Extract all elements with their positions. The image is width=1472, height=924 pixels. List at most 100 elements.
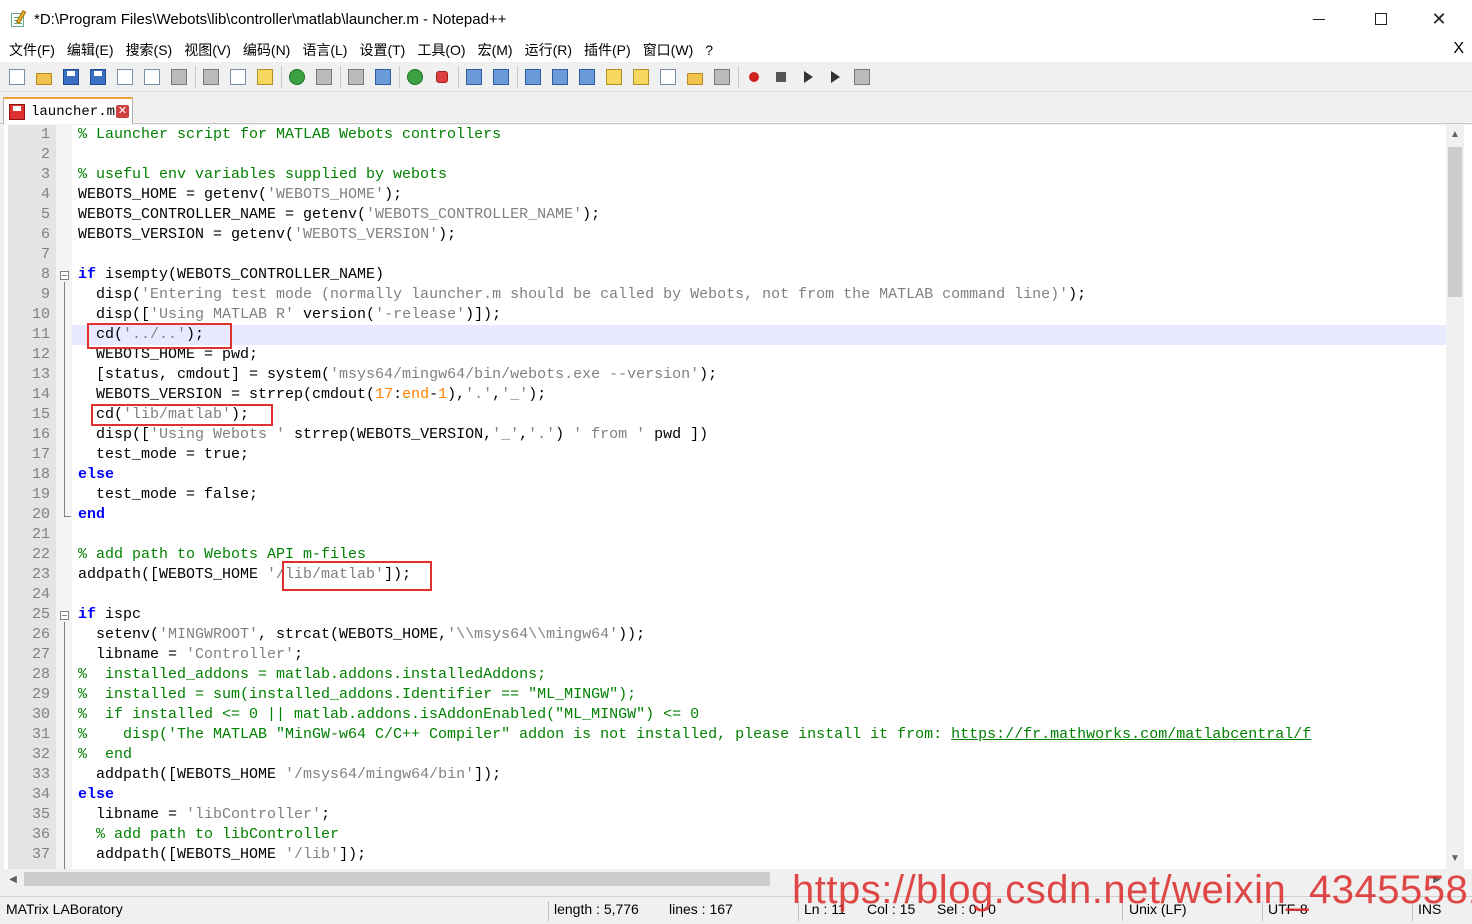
menu-item-7[interactable]: 工具(O) (412, 40, 470, 60)
code-line[interactable]: test_mode = false; (72, 485, 1448, 505)
save-button[interactable] (60, 66, 82, 88)
menu-item-1[interactable]: 编辑(E) (62, 40, 119, 60)
open-file-button[interactable] (33, 66, 55, 88)
code-line[interactable]: else (72, 785, 1448, 805)
new-file-button[interactable] (6, 66, 28, 88)
indent-guide-button[interactable] (576, 66, 598, 88)
function-list-button[interactable] (657, 66, 679, 88)
code-line[interactable]: % end (72, 745, 1448, 765)
code-line[interactable]: addpath([WEBOTS_HOME '/lib/matlab']); (72, 565, 1448, 585)
line-number: 23 (31, 566, 50, 583)
code-line[interactable] (72, 585, 1448, 605)
zoom-in-button[interactable] (404, 66, 426, 88)
code-line[interactable]: end (72, 505, 1448, 525)
redo-button[interactable] (313, 66, 335, 88)
code-line[interactable]: % add path to Webots API m-files (72, 545, 1448, 565)
play-macro-button[interactable] (797, 66, 819, 88)
menu-item-8[interactable]: 宏(M) (473, 40, 518, 60)
print-button[interactable] (168, 66, 190, 88)
code-line[interactable]: WEBOTS_VERSION = strrep(cmdout(17:end-1)… (72, 385, 1448, 405)
minimize-button[interactable] (1296, 0, 1342, 38)
scroll-up-icon[interactable]: ▲ (1446, 125, 1464, 143)
paste-button[interactable] (254, 66, 276, 88)
code-line[interactable]: WEBOTS_CONTROLLER_NAME = getenv('WEBOTS_… (72, 205, 1448, 225)
code-line[interactable]: if ispc (72, 605, 1448, 625)
record-macro-button[interactable] (743, 66, 765, 88)
save-all-button[interactable] (87, 66, 109, 88)
code-line[interactable]: addpath([WEBOTS_HOME '/lib']); (72, 845, 1448, 865)
code-line[interactable] (72, 245, 1448, 265)
fold-toggle-if-isempty[interactable] (60, 271, 69, 280)
menu-item-4[interactable]: 编码(N) (238, 40, 295, 60)
menu-item-11[interactable]: 窗口(W) (638, 40, 699, 60)
scroll-left-icon[interactable]: ◀ (4, 869, 22, 889)
code-line[interactable]: % installed_addons = matlab.addons.insta… (72, 665, 1448, 685)
line-number: 36 (31, 826, 50, 843)
run-macro-multiple-button[interactable] (824, 66, 846, 88)
code-line[interactable]: % installed = sum(installed_addons.Ident… (72, 685, 1448, 705)
code-line[interactable]: setenv('MINGWROOT', strcat(WEBOTS_HOME,'… (72, 625, 1448, 645)
menu-item-12[interactable]: ? (700, 42, 718, 58)
menu-item-0[interactable]: 文件(F) (4, 40, 60, 60)
code-line[interactable]: libname = 'Controller'; (72, 645, 1448, 665)
code-line[interactable]: WEBOTS_HOME = pwd; (72, 345, 1448, 365)
word-wrap-button[interactable] (522, 66, 544, 88)
editor[interactable]: 1 2 3 4 5 6 7 8 9 10 11 12 13 14 15 16 17 18 19 20 21 22 23 24 2… (0, 125, 1472, 869)
code-line[interactable] (72, 525, 1448, 545)
line-number: 35 (31, 806, 50, 823)
show-all-chars-button[interactable] (549, 66, 571, 88)
code-line[interactable]: % useful env variables supplied by webot… (72, 165, 1448, 185)
vertical-scrollbar[interactable]: ▲ ▼ (1446, 125, 1464, 869)
vertical-scroll-thumb[interactable] (1448, 147, 1462, 297)
horizontal-scroll-thumb[interactable] (24, 872, 770, 886)
code-line[interactable]: % Launcher script for MATLAB Webots cont… (72, 125, 1448, 145)
code-line[interactable]: disp(['Using MATLAB R' version('-release… (72, 305, 1448, 325)
menu-item-9[interactable]: 运行(R) (520, 40, 577, 60)
code-line[interactable]: disp(['Using Webots ' strrep(WEBOTS_VERS… (72, 425, 1448, 445)
code-line[interactable]: WEBOTS_HOME = getenv('WEBOTS_HOME'); (72, 185, 1448, 205)
find-button[interactable] (345, 66, 367, 88)
close-window-button[interactable]: ✕ (1416, 0, 1462, 38)
document-map-button[interactable] (630, 66, 652, 88)
current-line[interactable]: cd('../..'); (72, 325, 1448, 345)
undo-button[interactable] (286, 66, 308, 88)
code-line[interactable]: addpath([WEBOTS_HOME '/msys64/mingw64/bi… (72, 765, 1448, 785)
folder-workspace-button[interactable] (684, 66, 706, 88)
close-all-button[interactable] (141, 66, 163, 88)
sync-horizontal-button[interactable] (490, 66, 512, 88)
menu-item-5[interactable]: 语言(L) (297, 40, 352, 60)
sync-vertical-button[interactable] (463, 66, 485, 88)
code-line[interactable]: test_mode = true; (72, 445, 1448, 465)
lang-udl-button[interactable] (603, 66, 625, 88)
tab-close-button[interactable]: ✕ (116, 105, 130, 118)
copy-button[interactable] (227, 66, 249, 88)
zoom-out-button[interactable] (431, 66, 453, 88)
close-button[interactable] (114, 66, 136, 88)
close-document-button[interactable]: X (1453, 40, 1464, 58)
scroll-down-icon[interactable]: ▼ (1446, 849, 1464, 867)
code-line[interactable]: if isempty(WEBOTS_CONTROLLER_NAME) (72, 265, 1448, 285)
code-line[interactable]: disp('Entering test mode (normally launc… (72, 285, 1448, 305)
menu-item-2[interactable]: 搜索(S) (121, 40, 178, 60)
replace-button[interactable] (372, 66, 394, 88)
tab-launcher-m[interactable]: launcher.m ✕ (3, 97, 133, 124)
maximize-button[interactable] (1358, 0, 1404, 38)
menu-item-3[interactable]: 视图(V) (179, 40, 236, 60)
menu-item-6[interactable]: 设置(T) (354, 40, 410, 60)
code-line[interactable]: cd('lib/matlab'); (72, 405, 1448, 425)
stop-record-button[interactable] (770, 66, 792, 88)
code-line[interactable]: % if installed <= 0 || matlab.addons.isA… (72, 705, 1448, 725)
code-line[interactable]: else (72, 465, 1448, 485)
code-line[interactable]: WEBOTS_VERSION = getenv('WEBOTS_VERSION'… (72, 225, 1448, 245)
code-line[interactable]: % disp('The MATLAB "MinGW-w64 C/C++ Comp… (72, 725, 1448, 745)
code-line[interactable]: libname = 'libController'; (72, 805, 1448, 825)
code-line[interactable]: % add path to libController (72, 825, 1448, 845)
code-line[interactable]: [status, cmdout] = system('msys64/mingw6… (72, 365, 1448, 385)
monitoring-button[interactable] (711, 66, 733, 88)
fold-toggle-if-ispc[interactable] (60, 611, 69, 620)
code-area[interactable]: % Launcher script for MATLAB Webots cont… (72, 125, 1448, 869)
code-line[interactable] (72, 145, 1448, 165)
save-macro-button[interactable] (851, 66, 873, 88)
cut-button[interactable] (200, 66, 222, 88)
menu-item-10[interactable]: 插件(P) (579, 40, 636, 60)
